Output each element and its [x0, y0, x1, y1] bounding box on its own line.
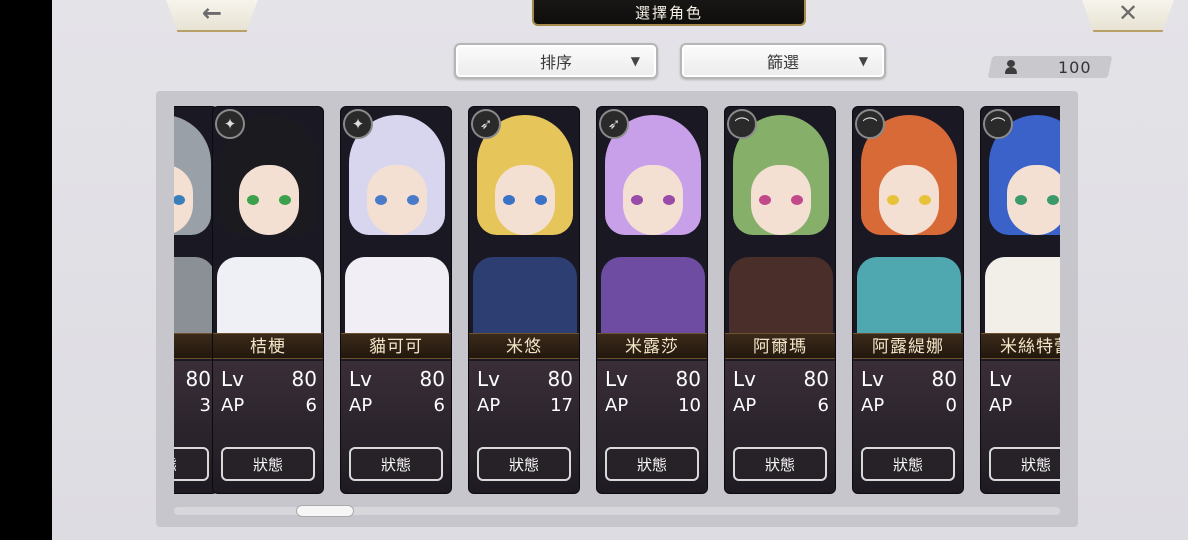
character-card[interactable]: ➶ 米悠 Lv 80 AP 17 狀態 — [468, 106, 580, 494]
chevron-down-icon: ▼ — [630, 54, 640, 68]
chevron-down-icon: ▼ — [858, 54, 868, 68]
character-card[interactable]: ⌒ 米絲特蕾 Lv AP 狀態 — [980, 106, 1060, 494]
status-button[interactable]: 狀態 — [349, 447, 443, 481]
character-name: 米絲特蕾 — [981, 333, 1060, 359]
sort-label: 排序 — [539, 53, 572, 72]
weapon-type-icon: ➶ — [471, 109, 501, 139]
lv-label: Lv — [221, 367, 244, 391]
lv-value: 80 — [803, 367, 829, 391]
ap-value: 6 — [817, 395, 829, 416]
character-portrait — [853, 107, 963, 337]
character-portrait — [981, 107, 1060, 337]
lv-value: 80 — [931, 367, 957, 391]
page-title: 選擇角色 — [532, 0, 806, 26]
character-portrait — [469, 107, 579, 337]
weapon-type-icon: ⌒ — [727, 109, 757, 139]
member-count: 100 — [1058, 57, 1092, 77]
member-count-badge: 100 — [987, 56, 1113, 78]
person-icon — [1004, 60, 1018, 74]
character-portrait — [725, 107, 835, 337]
ap-value: 17 — [550, 395, 573, 416]
filter-label: 篩選 — [766, 53, 799, 72]
weapon-type-icon: ✦ — [343, 109, 373, 139]
close-button[interactable]: ✕ — [1080, 0, 1176, 32]
character-card[interactable]: ➶ 米露莎 Lv 80 AP 10 狀態 — [596, 106, 708, 494]
character-name: 米露莎 — [597, 333, 707, 359]
lv-label: Lv — [605, 367, 628, 391]
status-button[interactable]: 狀態 — [477, 447, 571, 481]
status-button[interactable]: 狀態 — [174, 447, 209, 481]
character-name: 米悠 — [469, 333, 579, 359]
ap-label: AP — [349, 395, 373, 416]
character-select-screen: ← 選擇角色 ✕ 排序 ▼ 篩選 ▼ 100 斯Lv80AP3狀態✦桔梗Lv80… — [52, 0, 1188, 540]
weapon-type-icon: ⌒ — [855, 109, 885, 139]
ap-value: 10 — [678, 395, 701, 416]
filter-dropdown[interactable]: 篩選 ▼ — [680, 43, 886, 79]
weapon-type-icon: ✦ — [215, 109, 245, 139]
character-card[interactable]: ✦ 桔梗 Lv 80 AP 6 狀態 — [212, 106, 324, 494]
character-name: 貓可可 — [341, 333, 451, 359]
back-arrow-icon: ← — [201, 0, 223, 27]
ap-label: AP — [861, 395, 885, 416]
status-button[interactable]: 狀態 — [733, 447, 827, 481]
character-portrait — [341, 107, 451, 337]
status-button[interactable]: 狀態 — [861, 447, 955, 481]
character-name: 斯 — [174, 333, 217, 359]
lv-value: 80 — [419, 367, 445, 391]
character-carousel[interactable]: 斯Lv80AP3狀態✦桔梗Lv80AP6狀態✦貓可可Lv80AP6狀態➶米悠Lv… — [174, 92, 1060, 498]
lv-label: Lv — [477, 367, 500, 391]
lv-label: Lv — [349, 367, 372, 391]
character-name: 阿爾瑪 — [725, 333, 835, 359]
lv-value: 80 — [185, 367, 211, 391]
character-portrait — [597, 107, 707, 337]
ap-label: AP — [605, 395, 629, 416]
close-icon: ✕ — [1117, 0, 1139, 27]
ap-label: AP — [989, 395, 1013, 416]
ap-value: 6 — [433, 395, 445, 416]
lv-value: 80 — [291, 367, 317, 391]
ap-value: 3 — [199, 395, 211, 416]
scrollbar-thumb[interactable] — [296, 505, 354, 517]
ap-label: AP — [477, 395, 501, 416]
character-portrait — [174, 107, 217, 337]
status-button[interactable]: 狀態 — [989, 447, 1060, 481]
character-portrait — [213, 107, 323, 337]
lv-label: Lv — [733, 367, 756, 391]
lv-label: Lv — [989, 367, 1012, 391]
lv-label: Lv — [861, 367, 884, 391]
back-button[interactable]: ← — [164, 0, 260, 32]
ap-value: 6 — [305, 395, 317, 416]
character-card[interactable]: ⌒ 阿露緹娜 Lv 80 AP 0 狀態 — [852, 106, 964, 494]
weapon-type-icon: ➶ — [599, 109, 629, 139]
lv-value: 80 — [675, 367, 701, 391]
sort-dropdown[interactable]: 排序 ▼ — [454, 43, 658, 79]
lv-value: 80 — [547, 367, 573, 391]
character-card[interactable]: ✦ 貓可可 Lv 80 AP 6 狀態 — [340, 106, 452, 494]
ap-label: AP — [733, 395, 757, 416]
character-name: 桔梗 — [213, 333, 323, 359]
ap-label: AP — [221, 395, 245, 416]
character-card[interactable]: ⌒ 阿爾瑪 Lv 80 AP 6 狀態 — [724, 106, 836, 494]
ap-value: 0 — [945, 395, 957, 416]
status-button[interactable]: 狀態 — [605, 447, 699, 481]
weapon-type-icon: ⌒ — [983, 109, 1013, 139]
status-button[interactable]: 狀態 — [221, 447, 315, 481]
character-name: 阿露緹娜 — [853, 333, 963, 359]
